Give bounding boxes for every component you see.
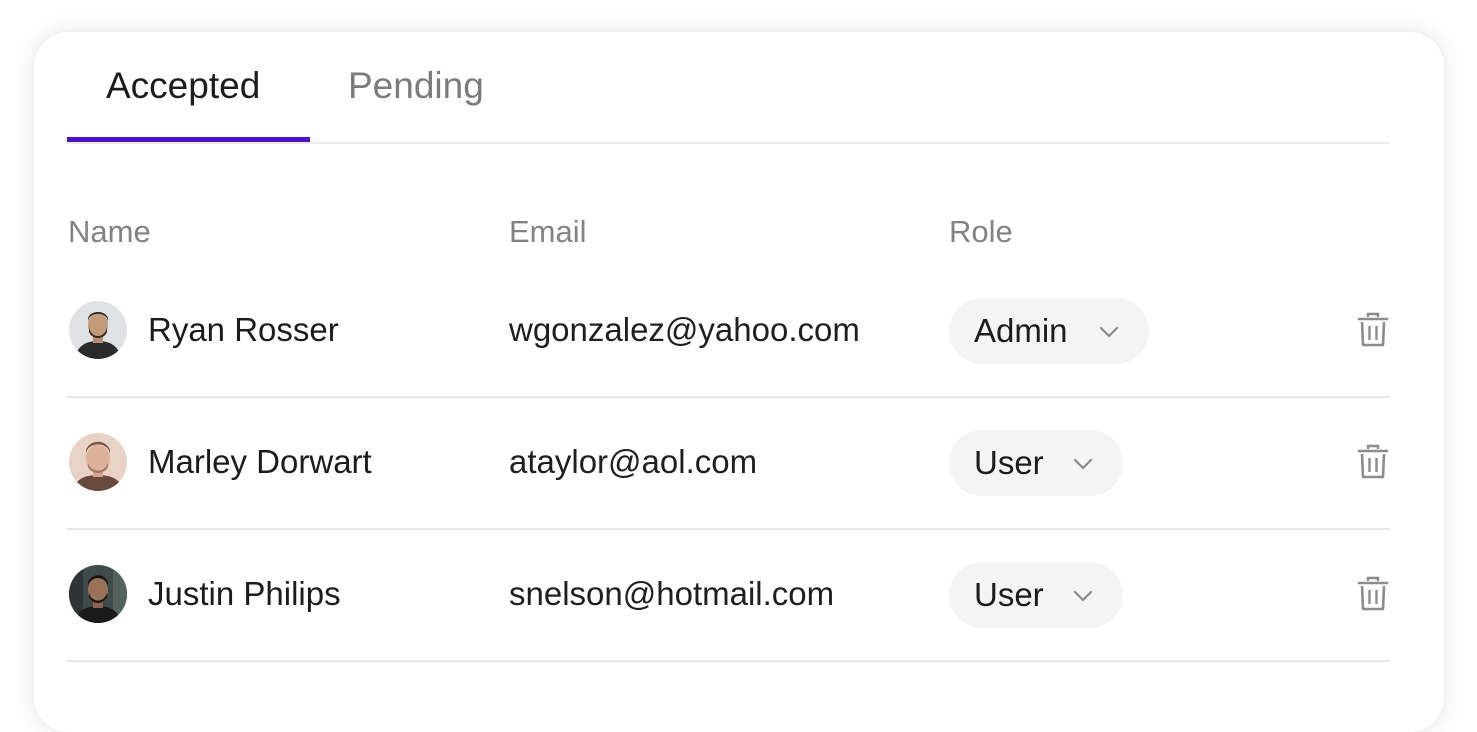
role-value: User xyxy=(974,576,1044,613)
trash-icon[interactable] xyxy=(1357,576,1389,612)
role-value: User xyxy=(974,444,1044,481)
column-header-email: Email xyxy=(509,214,587,249)
column-header-name: Name xyxy=(68,214,151,249)
trash-icon[interactable] xyxy=(1357,312,1389,348)
role-value: Admin xyxy=(974,312,1068,349)
column-header-role: Role xyxy=(949,214,1013,249)
avatar xyxy=(69,301,127,359)
member-name: Justin Philips xyxy=(148,575,341,612)
members-card: Accepted Pending Name Email Role Ryan Ro… xyxy=(34,32,1444,732)
chevron-down-icon xyxy=(1073,590,1093,602)
table-row: Ryan Rosser wgonzalez@yahoo.com Admin xyxy=(67,264,1390,398)
chevron-down-icon xyxy=(1073,458,1093,470)
member-email: ataylor@aol.com xyxy=(509,443,758,480)
member-email: snelson@hotmail.com xyxy=(509,575,835,612)
member-email: wgonzalez@yahoo.com xyxy=(509,311,860,348)
tab-pending[interactable]: Pending xyxy=(348,64,484,108)
trash-icon[interactable] xyxy=(1357,444,1389,480)
role-dropdown[interactable]: Admin xyxy=(949,298,1149,364)
table-row: Marley Dorwart ataylor@aol.com User xyxy=(67,396,1390,530)
tab-accepted[interactable]: Accepted xyxy=(106,64,260,108)
chevron-down-icon xyxy=(1099,326,1119,338)
avatar xyxy=(69,565,127,623)
tab-bar: Accepted Pending xyxy=(67,32,1390,144)
active-tab-indicator xyxy=(67,137,310,142)
table-row: Justin Philips snelson@hotmail.com User xyxy=(67,528,1390,662)
role-dropdown[interactable]: User xyxy=(949,562,1123,628)
avatar xyxy=(69,433,127,491)
member-name: Ryan Rosser xyxy=(148,311,339,348)
member-name: Marley Dorwart xyxy=(148,443,372,480)
role-dropdown[interactable]: User xyxy=(949,430,1123,496)
